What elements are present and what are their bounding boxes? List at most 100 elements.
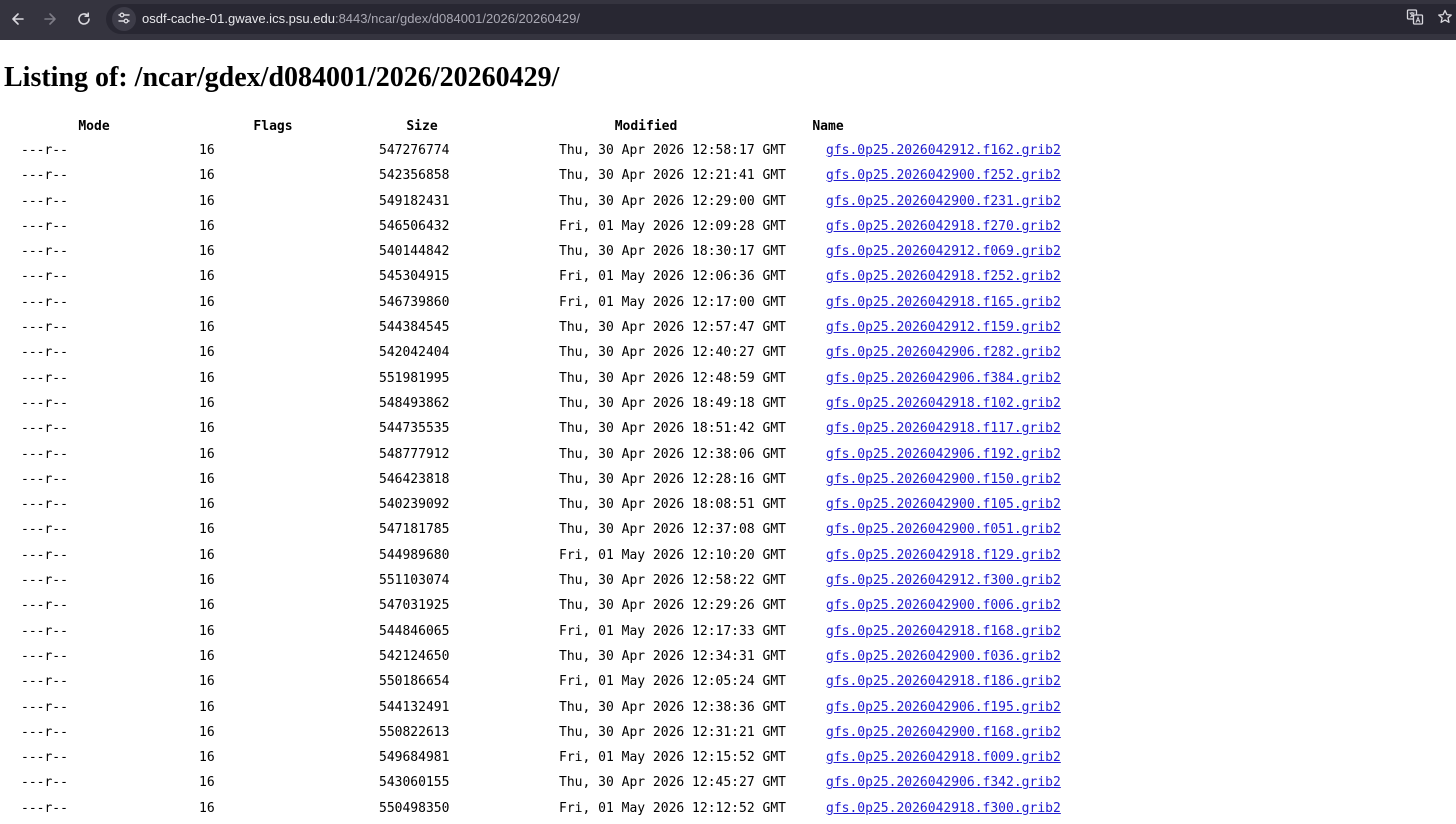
cell-modified: Thu, 30 Apr 2026 12:29:26 GMT <box>559 598 786 614</box>
cell-name: gfs.0p25.2026042918.f252.grib2 <box>826 264 1061 289</box>
cell-size: 548777912 <box>379 446 450 462</box>
file-link[interactable]: gfs.0p25.2026042900.f105.grib2 <box>826 497 1061 512</box>
cell-modified: Thu, 30 Apr 2026 18:30:17 GMT <box>559 244 786 260</box>
file-link[interactable]: gfs.0p25.2026042900.f231.grib2 <box>826 194 1061 209</box>
cell-flags: 16 <box>199 724 215 740</box>
cell-modified: Thu, 30 Apr 2026 12:37:08 GMT <box>559 522 786 538</box>
address-bar[interactable]: osdf-cache-01.gwave.ics.psu.edu:8443/nca… <box>106 4 1456 34</box>
cell-name: gfs.0p25.2026042906.f195.grib2 <box>826 695 1061 720</box>
file-link[interactable]: gfs.0p25.2026042912.f159.grib2 <box>826 320 1061 335</box>
cell-mode: ---r-- <box>21 218 68 234</box>
cell-size: 540239092 <box>379 497 450 513</box>
cell-flags: 16 <box>199 471 215 487</box>
file-link[interactable]: gfs.0p25.2026042918.f186.grib2 <box>826 674 1061 689</box>
file-link[interactable]: gfs.0p25.2026042918.f165.grib2 <box>826 295 1061 310</box>
cell-modified: Fri, 01 May 2026 12:15:52 GMT <box>559 750 786 766</box>
cell-size: 549182431 <box>379 193 450 209</box>
cell-name: gfs.0p25.2026042906.f342.grib2 <box>826 770 1061 795</box>
file-link[interactable]: gfs.0p25.2026042906.f192.grib2 <box>826 447 1061 462</box>
cell-name: gfs.0p25.2026042918.f270.grib2 <box>826 214 1061 239</box>
cell-mode: ---r-- <box>21 421 68 437</box>
cell-mode: ---r-- <box>21 143 68 158</box>
url-text[interactable]: osdf-cache-01.gwave.ics.psu.edu:8443/nca… <box>142 11 580 27</box>
file-link[interactable]: gfs.0p25.2026042912.f069.grib2 <box>826 244 1061 259</box>
cell-flags: 16 <box>199 750 215 766</box>
cell-size: 550186654 <box>379 674 450 690</box>
bookmark-star-icon <box>1437 9 1453 29</box>
site-info-icon <box>117 10 131 29</box>
cell-flags: 16 <box>199 320 215 336</box>
file-link[interactable]: gfs.0p25.2026042918.f300.grib2 <box>826 801 1061 816</box>
file-link[interactable]: gfs.0p25.2026042900.f150.grib2 <box>826 472 1061 487</box>
cell-flags: 16 <box>199 699 215 715</box>
file-link[interactable]: gfs.0p25.2026042918.f270.grib2 <box>826 219 1061 234</box>
cell-flags: 16 <box>199 294 215 310</box>
cell-mode: ---r-- <box>21 395 68 411</box>
cell-name: gfs.0p25.2026042906.f282.grib2 <box>826 340 1061 365</box>
cell-mode: ---r-- <box>21 623 68 639</box>
file-link[interactable]: gfs.0p25.2026042918.f009.grib2 <box>826 750 1061 765</box>
file-link[interactable]: gfs.0p25.2026042900.f051.grib2 <box>826 522 1061 537</box>
cell-flags: 16 <box>199 573 215 589</box>
file-link[interactable]: gfs.0p25.2026042912.f162.grib2 <box>826 143 1061 158</box>
cell-modified: Thu, 30 Apr 2026 12:28:16 GMT <box>559 471 786 487</box>
cell-size: 544989680 <box>379 547 450 563</box>
column-header-flags: Flags <box>253 119 293 134</box>
file-link[interactable]: gfs.0p25.2026042906.f342.grib2 <box>826 775 1061 790</box>
cell-flags: 16 <box>199 547 215 563</box>
site-info-button[interactable] <box>112 7 136 31</box>
table-row: ---r-- 16 549182431 Thu, 30 Apr 2026 12:29:… <box>0 189 1100 214</box>
file-link[interactable]: gfs.0p25.2026042900.f252.grib2 <box>826 168 1061 183</box>
file-link[interactable]: gfs.0p25.2026042900.f006.grib2 <box>826 598 1061 613</box>
cell-size: 549684981 <box>379 750 450 766</box>
cell-name: gfs.0p25.2026042918.f009.grib2 <box>826 745 1061 770</box>
table-row: ---r-- 16 544846065 Fri, 01 May 2026 12:17:… <box>0 619 1100 644</box>
file-link[interactable]: gfs.0p25.2026042906.f282.grib2 <box>826 345 1061 360</box>
cell-size: 550822613 <box>379 724 450 740</box>
cell-size: 545304915 <box>379 269 450 285</box>
back-button[interactable] <box>5 6 31 32</box>
cell-size: 546739860 <box>379 294 450 310</box>
file-link[interactable]: gfs.0p25.2026042918.f252.grib2 <box>826 269 1061 284</box>
cell-mode: ---r-- <box>21 724 68 740</box>
column-header-modified: Modified <box>614 119 678 134</box>
file-link[interactable]: gfs.0p25.2026042900.f036.grib2 <box>826 649 1061 664</box>
table-row: ---r-- 16 546506432 Fri, 01 May 2026 12:09:… <box>0 214 1100 239</box>
table-row: ---r-- 16 542356858 Thu, 30 Apr 2026 12:21:… <box>0 163 1100 188</box>
file-link[interactable]: gfs.0p25.2026042912.f300.grib2 <box>826 573 1061 588</box>
table-row: ---r-- 16 547031925 Thu, 30 Apr 2026 12:29:… <box>0 593 1100 618</box>
cell-mode: ---r-- <box>21 294 68 310</box>
forward-button[interactable] <box>37 6 63 32</box>
reload-button[interactable] <box>71 6 97 32</box>
cell-flags: 16 <box>199 648 215 664</box>
file-link[interactable]: gfs.0p25.2026042906.f195.grib2 <box>826 700 1061 715</box>
cell-name: gfs.0p25.2026042912.f300.grib2 <box>826 568 1061 593</box>
file-link[interactable]: gfs.0p25.2026042918.f129.grib2 <box>826 548 1061 563</box>
file-link[interactable]: gfs.0p25.2026042918.f168.grib2 <box>826 624 1061 639</box>
table-row: ---r-- 16 544989680 Fri, 01 May 2026 12:10:… <box>0 543 1100 568</box>
cell-modified: Thu, 30 Apr 2026 12:38:06 GMT <box>559 446 786 462</box>
translate-button[interactable] <box>1406 9 1424 28</box>
table-row: ---r-- 16 542042404 Thu, 30 Apr 2026 12:40:… <box>0 340 1100 365</box>
file-link[interactable]: gfs.0p25.2026042906.f384.grib2 <box>826 371 1061 386</box>
cell-flags: 16 <box>199 497 215 513</box>
file-link[interactable]: gfs.0p25.2026042918.f102.grib2 <box>826 396 1061 411</box>
file-link[interactable]: gfs.0p25.2026042918.f117.grib2 <box>826 421 1061 436</box>
cell-mode: ---r-- <box>21 446 68 462</box>
cell-mode: ---r-- <box>21 471 68 487</box>
file-link[interactable]: gfs.0p25.2026042900.f168.grib2 <box>826 725 1061 740</box>
cell-name: gfs.0p25.2026042900.f150.grib2 <box>826 467 1061 492</box>
table-row: ---r-- 16 544132491 Thu, 30 Apr 2026 12:38:… <box>0 695 1100 720</box>
table-row: ---r-- 16 551103074 Thu, 30 Apr 2026 12:58:… <box>0 568 1100 593</box>
table-row: ---r-- 16 542124650 Thu, 30 Apr 2026 12:34:… <box>0 644 1100 669</box>
bookmark-button[interactable] <box>1436 9 1454 29</box>
cell-modified: Thu, 30 Apr 2026 18:49:18 GMT <box>559 395 786 411</box>
cell-name: gfs.0p25.2026042918.f168.grib2 <box>826 619 1061 644</box>
cell-flags: 16 <box>199 623 215 639</box>
cell-size: 542124650 <box>379 648 450 664</box>
table-row: ---r-- 16 550186654 Fri, 01 May 2026 12:05:… <box>0 669 1100 694</box>
cell-flags: 16 <box>199 395 215 411</box>
cell-flags: 16 <box>199 244 215 260</box>
cell-name: gfs.0p25.2026042912.f162.grib2 <box>826 138 1061 163</box>
cell-mode: ---r-- <box>21 800 68 816</box>
